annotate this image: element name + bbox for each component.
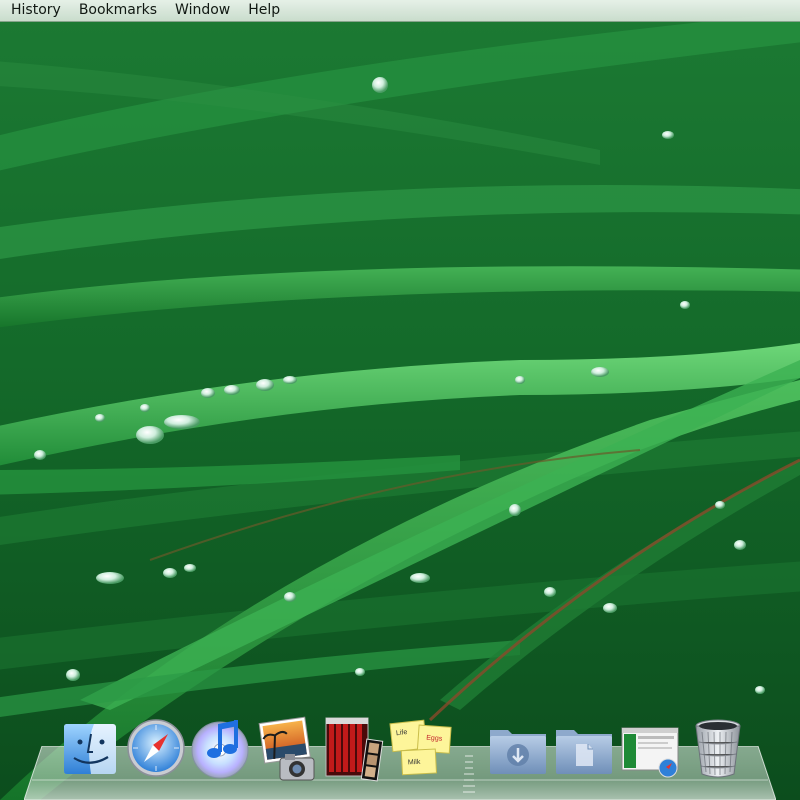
itunes-icon[interactable] [188,712,252,782]
desktop-wallpaper [0,0,800,800]
menu-window[interactable]: Window [166,0,239,21]
dock-separator[interactable] [462,752,476,798]
sticky-note-milk: Milk [408,759,421,767]
documents-folder-icon[interactable] [552,712,616,782]
finder-icon[interactable] [58,712,122,782]
downloads-folder-icon[interactable] [486,712,550,782]
trash-icon[interactable] [686,712,750,782]
menu-help[interactable]: Help [239,0,289,21]
photo-booth-icon[interactable] [320,712,384,782]
safari-icon[interactable] [124,712,188,782]
stickies-icon[interactable]: Life Eggs Milk [388,712,452,782]
iphoto-icon[interactable] [254,712,318,782]
dock: Life Eggs Milk [0,712,800,793]
menu-bar: History Bookmarks Window Help [0,0,800,22]
sticky-note-life: Life [396,729,408,737]
menu-bookmarks[interactable]: Bookmarks [70,0,166,21]
minimized-window-icon[interactable] [618,712,682,782]
menu-history[interactable]: History [0,0,70,21]
sticky-note-eggs: Eggs [426,735,443,743]
